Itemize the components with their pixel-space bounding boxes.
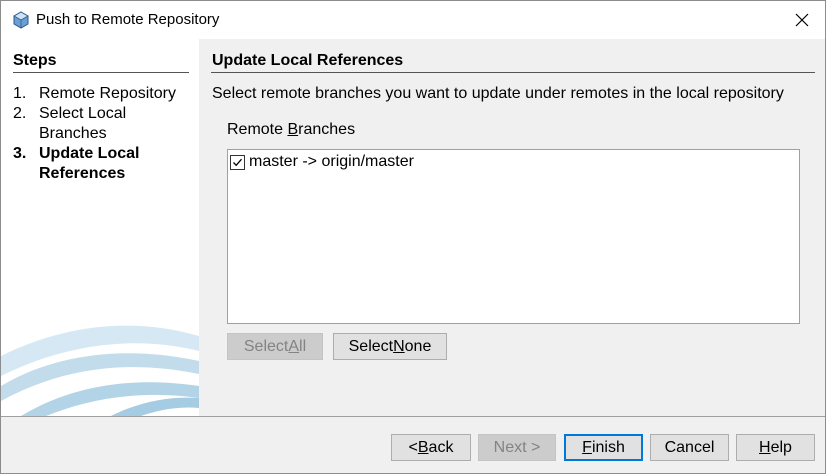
step-label: Select Local Branches	[39, 105, 127, 142]
label-text-post: ranches	[298, 121, 356, 138]
select-none-button[interactable]: Select None	[333, 333, 447, 360]
page-description: Select remote branches you want to updat…	[212, 85, 784, 102]
title-divider	[211, 72, 815, 73]
close-button[interactable]	[779, 1, 825, 39]
button-text-pre: Select	[348, 337, 394, 355]
list-item[interactable]: master -> origin/master	[230, 152, 414, 172]
remote-branches-label: Remote Branches	[227, 121, 355, 139]
step-item: 2. Select Local Branches	[13, 104, 193, 144]
page-title: Update Local References	[212, 52, 404, 69]
button-mnemonic: N	[393, 337, 405, 355]
footer-divider	[1, 416, 825, 417]
button-mnemonic: B	[417, 438, 429, 456]
step-number: 1.	[13, 85, 27, 102]
button-text-post: elp	[770, 438, 792, 456]
close-icon	[795, 13, 809, 27]
step-label: Remote Repository	[39, 85, 176, 102]
step-number: 2.	[13, 105, 27, 122]
branch-label: master -> origin/master	[249, 153, 414, 170]
button-mnemonic: A	[288, 337, 300, 355]
decorative-swoosh	[1, 325, 199, 416]
step-item-current: 3. Update Local References	[13, 144, 193, 184]
step-number: 3.	[13, 145, 27, 162]
content-panel: Update Local References Select remote br…	[199, 39, 825, 416]
button-text-pre: Select	[243, 337, 289, 355]
cancel-button[interactable]: Cancel	[650, 434, 729, 461]
back-button[interactable]: < Back	[391, 434, 471, 461]
title-bar[interactable]: Push to Remote Repository	[1, 1, 825, 39]
button-mnemonic: F	[582, 438, 592, 456]
step-label: Update Local References	[39, 145, 140, 182]
steps-panel: Steps 1. Remote Repository 2. Select Loc…	[1, 39, 199, 416]
button-text-pre: <	[408, 438, 418, 456]
steps-heading: Steps	[13, 52, 57, 69]
button-text-post: ack	[428, 438, 454, 456]
button-text-post: ll	[299, 337, 307, 355]
button-text-post: one	[404, 337, 432, 355]
label-text-pre: Remote	[227, 121, 288, 138]
label-mnemonic: B	[287, 121, 299, 138]
finish-button[interactable]: Finish	[564, 434, 643, 461]
button-text-post: inish	[591, 438, 625, 456]
steps-divider	[13, 72, 189, 73]
window-title: Push to Remote Repository	[36, 11, 220, 28]
steps-list: 1. Remote Repository 2. Select Local Bra…	[13, 84, 193, 184]
dialog-window: Push to Remote Repository Steps 1. Remot…	[0, 0, 826, 474]
button-mnemonic: H	[759, 438, 771, 456]
step-item: 1. Remote Repository	[13, 84, 193, 104]
select-all-button[interactable]: Select All	[227, 333, 323, 360]
next-button[interactable]: Next >	[478, 434, 556, 461]
check-icon	[233, 158, 242, 166]
app-cube-icon	[13, 11, 29, 29]
remote-branches-list[interactable]: master -> origin/master	[227, 149, 800, 324]
help-button[interactable]: Help	[736, 434, 815, 461]
branch-checkbox[interactable]	[230, 154, 245, 170]
